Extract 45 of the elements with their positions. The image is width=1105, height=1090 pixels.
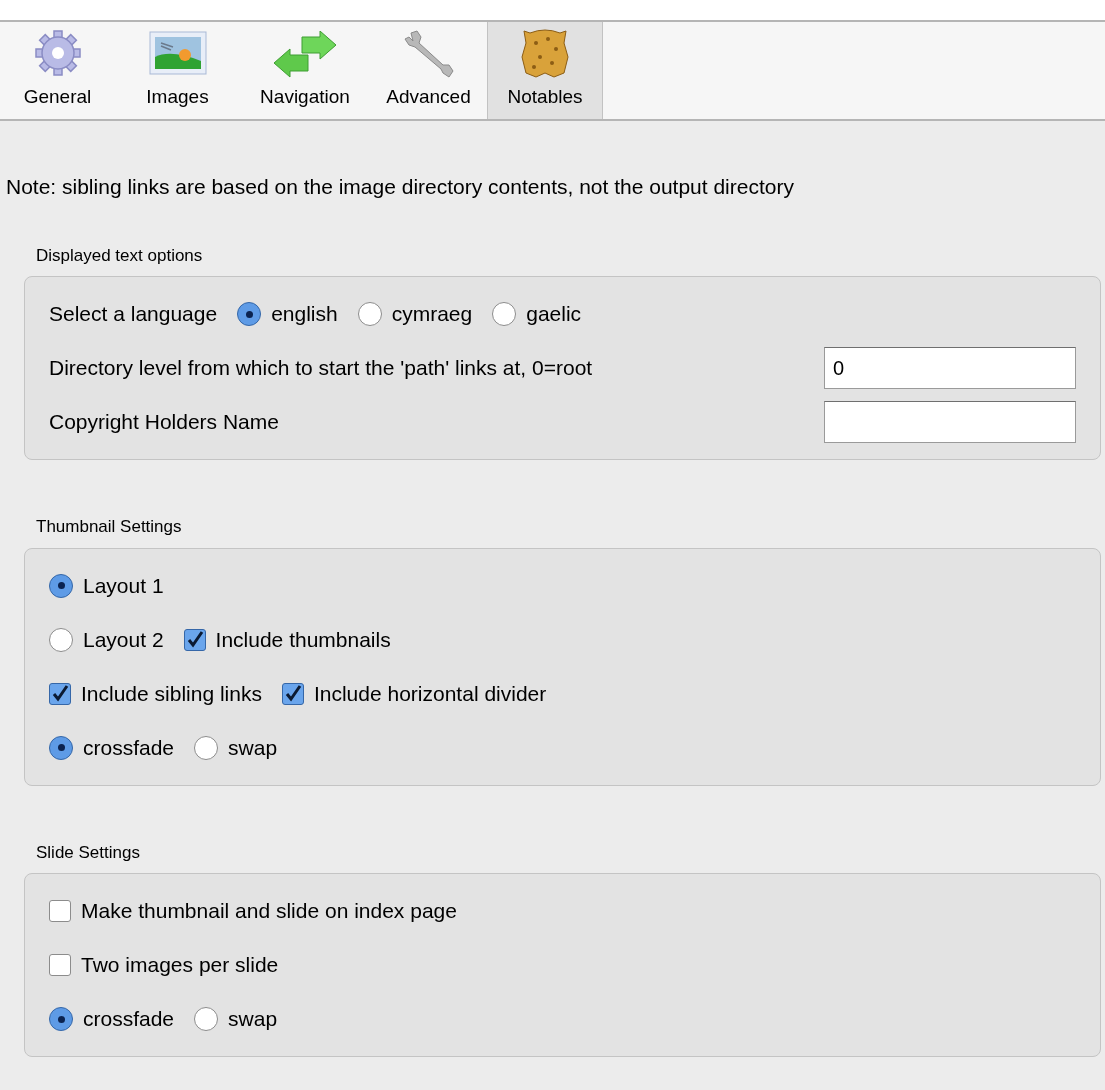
toolbar-tab[interactable]: Advanced — [370, 22, 487, 119]
field-label: Select a language — [49, 301, 218, 328]
radio-label: crossfade — [83, 1006, 175, 1033]
checkbox[interactable] — [49, 682, 71, 705]
radio-label: english — [271, 301, 338, 328]
radio-label: crossfade — [83, 734, 175, 761]
checkbox[interactable] — [49, 900, 71, 922]
radio-button[interactable] — [357, 302, 382, 326]
toolbar-tab[interactable]: Images — [115, 22, 240, 119]
checkbox-label: Make thumbnail and slide on index page — [81, 898, 457, 925]
radio-button[interactable] — [49, 627, 73, 652]
checkbox[interactable] — [183, 628, 206, 651]
note-text: Note: sibling links are based on the image directory contents, not the output directory — [5, 174, 795, 200]
radio-label: gaelic — [526, 301, 582, 328]
field-label: Directory level from which to start the 'path' links at, 0=root — [49, 355, 593, 382]
arrows-icon — [272, 30, 338, 79]
radio-button[interactable] — [237, 302, 262, 326]
toolbar-tab[interactable]: General — [0, 22, 115, 119]
checkbox-label: Two images per slide — [81, 952, 279, 979]
section-title: Displayed text options — [35, 244, 204, 267]
checkbox[interactable] — [49, 954, 71, 976]
field-label: Copyright Holders Name — [49, 409, 279, 436]
toolbar-tab[interactable]: Notables — [487, 22, 603, 119]
radio-button[interactable] — [492, 302, 517, 326]
text-field[interactable]: 0 — [824, 347, 1076, 389]
checkbox-label: Include thumbnails — [215, 626, 391, 653]
toolbar-tab[interactable]: Navigation — [240, 22, 370, 119]
radio-button[interactable] — [194, 1007, 219, 1031]
checkbox-label: Include horizontal divider — [313, 680, 547, 707]
checkbox[interactable] — [281, 682, 304, 705]
leather-icon — [520, 26, 570, 79]
text-field[interactable] — [824, 401, 1076, 443]
radio-label: cymraeg — [391, 301, 473, 328]
radio-label: swap — [228, 734, 278, 761]
radio-button[interactable] — [49, 573, 73, 598]
section-title: Slide Settings — [35, 841, 141, 864]
checkbox-label: Include sibling links — [81, 680, 262, 707]
radio-label: swap — [228, 1006, 278, 1033]
wrench-icon — [402, 28, 455, 79]
radio-button[interactable] — [194, 735, 219, 760]
radio-label: Layout 1 — [83, 572, 164, 599]
section-title: Thumbnail Settings — [35, 516, 183, 538]
radio-label: Layout 2 — [83, 626, 164, 653]
radio-button[interactable] — [49, 1007, 73, 1031]
radio-button[interactable] — [49, 735, 73, 760]
